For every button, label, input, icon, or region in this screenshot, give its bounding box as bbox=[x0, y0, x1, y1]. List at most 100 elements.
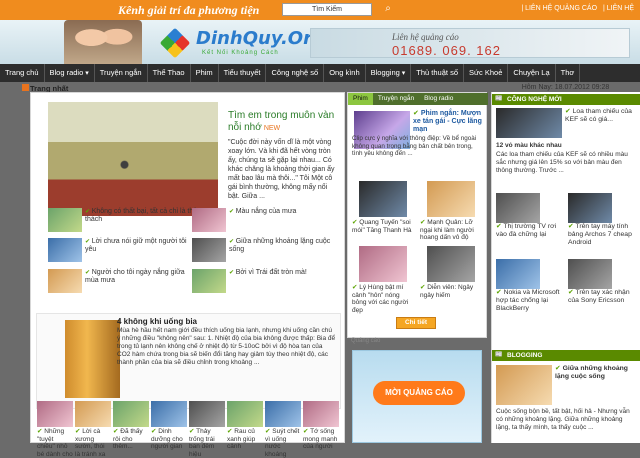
bottom-item[interactable]: Đã thấy rôi cho thêm... bbox=[113, 401, 149, 451]
feature-title-text[interactable]: Tìm em trong muôn vàn nỗi nhớ bbox=[228, 110, 334, 133]
tab-short-stories[interactable]: Truyện ngắn bbox=[373, 93, 419, 105]
bottom-title[interactable]: Thảy trống trái ban đêm hiệu bbox=[189, 428, 225, 458]
tech-top-title[interactable]: Loa tham chiếu của KEF sẽ có giá... bbox=[565, 108, 638, 124]
tech-item-title[interactable]: Nokia và Microsoft hợp tác chống lại Bla… bbox=[496, 289, 566, 313]
bottom-item[interactable]: Thảy trống trái ban đêm hiệu bbox=[189, 401, 225, 458]
blog-title[interactable]: Giữa những khoảng lặng cuộc sống bbox=[555, 365, 638, 381]
related-thumbnail[interactable] bbox=[48, 269, 82, 293]
tech-item-title[interactable]: Trên tay xác nhận của Sony Ericsson bbox=[568, 289, 638, 305]
nav-short-stories[interactable]: Truyện ngắn bbox=[95, 64, 148, 82]
bottom-thumbnail[interactable] bbox=[303, 401, 339, 427]
media-grid-item[interactable]: Mạnh Quân: Lỡ ngại khi làm người hoang d… bbox=[420, 181, 482, 242]
media-feature-title[interactable]: Phim ngắn: Mượn xe tán gái - Cực lãng mạ… bbox=[413, 110, 485, 134]
bottom-thumbnail[interactable] bbox=[189, 401, 225, 427]
search-icon[interactable]: ⌕ bbox=[381, 3, 395, 16]
media-thumbnail[interactable] bbox=[359, 246, 407, 282]
bottom-thumbnail[interactable] bbox=[37, 401, 73, 427]
related-item[interactable]: Giữa những khoảng lặng cuộc sống bbox=[192, 238, 342, 262]
bottom-title[interactable]: Đã thấy rôi cho thêm... bbox=[113, 428, 149, 451]
nav-sports[interactable]: Thể Thao bbox=[148, 64, 191, 82]
nav-strange-stories[interactable]: Chuyện Lạ bbox=[508, 64, 556, 82]
related-thumbnail[interactable] bbox=[48, 238, 82, 262]
related-item[interactable]: Người cho tôi ngày nắng giữa mùa mưa bbox=[48, 269, 198, 293]
story-title[interactable]: 4 không khi uống bia bbox=[117, 317, 197, 326]
bottom-thumbnail[interactable] bbox=[151, 401, 187, 427]
tech-item-title[interactable]: Thị trường TV rơi vào đà chững lại bbox=[496, 223, 566, 239]
tech-thumbnail[interactable] bbox=[568, 193, 612, 223]
related-title[interactable]: Không có thất bại, tất cả chỉ là thử thá… bbox=[85, 208, 198, 224]
ad-box[interactable]: MỜI QUẢNG CÁO bbox=[352, 350, 482, 443]
tech-thumbnail[interactable] bbox=[496, 259, 540, 289]
feature-image[interactable] bbox=[48, 102, 218, 216]
tech-item[interactable]: Thị trường TV rơi vào đà chững lại bbox=[496, 193, 566, 239]
site-logo[interactable]: DinhQuy.Org bbox=[196, 28, 325, 49]
feature-title[interactable]: Tìm em trong muôn vàn nỗi nhớ NEW bbox=[228, 110, 338, 135]
blog-item[interactable]: Giữa những khoảng lặng cuộc sống bbox=[496, 365, 638, 405]
search-input[interactable]: Tìm Kiếm bbox=[282, 3, 372, 16]
bottom-title[interactable]: Suýt chết vì uống nước khoáng bbox=[265, 428, 301, 458]
tech-top-item[interactable]: Loa tham chiếu của KEF sẽ có giá... bbox=[496, 108, 638, 138]
ad-contact-link[interactable]: | LIÊN HỆ QUẢNG CÁO bbox=[521, 5, 597, 12]
nav-blogging[interactable]: Blogging bbox=[366, 64, 412, 82]
media-grid-item[interactable]: Quang Tuyến "soi mói" Tăng Thanh Hà bbox=[352, 181, 414, 234]
tab-blog-radio[interactable]: Blog radio bbox=[419, 93, 458, 105]
nav-film[interactable]: Phim bbox=[191, 64, 219, 82]
ad-box-text[interactable]: MỜI QUẢNG CÁO bbox=[373, 381, 465, 405]
tech-thumbnail[interactable] bbox=[568, 259, 612, 289]
related-thumbnail[interactable] bbox=[192, 208, 226, 232]
related-thumbnail[interactable] bbox=[48, 208, 82, 232]
media-thumbnail[interactable] bbox=[427, 246, 475, 282]
related-title[interactable]: Lời chưa nói giữ một người tôi yêu bbox=[85, 238, 198, 254]
media-grid-title[interactable]: Diễn viên: Ngây ngây hiếm bbox=[420, 284, 482, 299]
contact-link[interactable]: | LIÊN HỆ bbox=[603, 5, 634, 12]
bottom-item[interactable]: Tớ sống mong manh của người bbox=[303, 401, 339, 451]
bottom-thumbnail[interactable] bbox=[227, 401, 263, 427]
related-item[interactable]: Màu nắng của mưa bbox=[192, 208, 342, 232]
nav-digital-tech[interactable]: Công nghệ số bbox=[266, 64, 325, 82]
related-title[interactable]: Giữa những khoảng lặng cuộc sống bbox=[229, 238, 342, 254]
related-item[interactable]: Bởi vì Trái đất tròn mà! bbox=[192, 269, 342, 293]
nav-home[interactable]: Trang chủ bbox=[0, 64, 45, 82]
bottom-title[interactable]: Dinh dưỡng cho người gian bbox=[151, 428, 187, 451]
tab-film[interactable]: Phim bbox=[348, 93, 373, 105]
related-item[interactable]: Không có thất bại, tất cả chỉ là thử thá… bbox=[48, 208, 198, 232]
nav-poetry[interactable]: Thơ bbox=[556, 64, 581, 82]
related-item[interactable]: Lời chưa nói giữ một người tôi yêu bbox=[48, 238, 198, 262]
bottom-item[interactable]: Suýt chết vì uống nước khoáng bbox=[265, 401, 301, 458]
bottom-item[interactable]: Dinh dưỡng cho người gian bbox=[151, 401, 187, 451]
media-grid-title[interactable]: Lý Hùng bật mí cảnh "hôn" nóng bỏng với … bbox=[352, 284, 414, 314]
nav-ong-kinh[interactable]: Ong kình bbox=[324, 64, 366, 82]
bottom-thumbnail[interactable] bbox=[75, 401, 111, 427]
media-thumbnail[interactable] bbox=[427, 181, 475, 217]
bottom-thumbnail[interactable] bbox=[265, 401, 301, 427]
related-title[interactable]: Người cho tôi ngày nắng giữa mùa mưa bbox=[85, 269, 198, 285]
secondary-story[interactable]: 4 không khi uống bia Mùa hè hầu hết nam … bbox=[36, 313, 341, 409]
bottom-title[interactable]: Những "tuyệt chiêu" nhỏ bé dành cho bbox=[37, 428, 73, 458]
nav-health[interactable]: Sức Khoẻ bbox=[464, 64, 509, 82]
nav-digital-tips[interactable]: Thủ thuật số bbox=[411, 64, 464, 82]
bottom-title[interactable]: Tớ sống mong manh của người bbox=[303, 428, 339, 451]
bottom-item[interactable]: Lời cà xương sườn, thói là tránh xa bbox=[75, 401, 111, 458]
bottom-item[interactable]: Những "tuyệt chiêu" nhỏ bé dành cho bbox=[37, 401, 73, 458]
tech-item[interactable]: Trên tay xác nhận của Sony Ericsson bbox=[568, 259, 638, 305]
related-title[interactable]: Màu nắng của mưa bbox=[229, 208, 297, 216]
media-thumbnail[interactable] bbox=[359, 181, 407, 217]
tech-item[interactable]: Trên tay máy tính bảng Archos 7 cheap An… bbox=[568, 193, 638, 247]
bottom-title[interactable]: Rau củ xanh giúp cảnh bbox=[227, 428, 263, 451]
tech-thumbnail[interactable] bbox=[496, 193, 540, 223]
tech-item[interactable]: Nokia và Microsoft hợp tác chống lại Bla… bbox=[496, 259, 566, 313]
beer-image[interactable] bbox=[65, 320, 120, 398]
bottom-title[interactable]: Lời cà xương sườn, thói là tránh xa bbox=[75, 428, 111, 458]
nav-novels[interactable]: Tiểu thuyết bbox=[219, 64, 267, 82]
logo-icon[interactable] bbox=[159, 27, 191, 59]
media-grid-title[interactable]: Quang Tuyến "soi mói" Tăng Thanh Hà bbox=[352, 219, 414, 234]
bottom-thumbnail[interactable] bbox=[113, 401, 149, 427]
bottom-item[interactable]: Rau củ xanh giúp cảnh bbox=[227, 401, 263, 451]
tech-top-thumbnail[interactable] bbox=[496, 108, 562, 138]
related-thumbnail[interactable] bbox=[192, 269, 226, 293]
blog-thumbnail[interactable] bbox=[496, 365, 552, 405]
nav-blog-radio[interactable]: Blog radio bbox=[45, 64, 95, 82]
related-title[interactable]: Bởi vì Trái đất tròn mà! bbox=[229, 269, 307, 277]
media-grid-item[interactable]: Diễn viên: Ngây ngây hiếm bbox=[420, 246, 482, 299]
details-button[interactable]: Chi tiết bbox=[396, 317, 436, 329]
